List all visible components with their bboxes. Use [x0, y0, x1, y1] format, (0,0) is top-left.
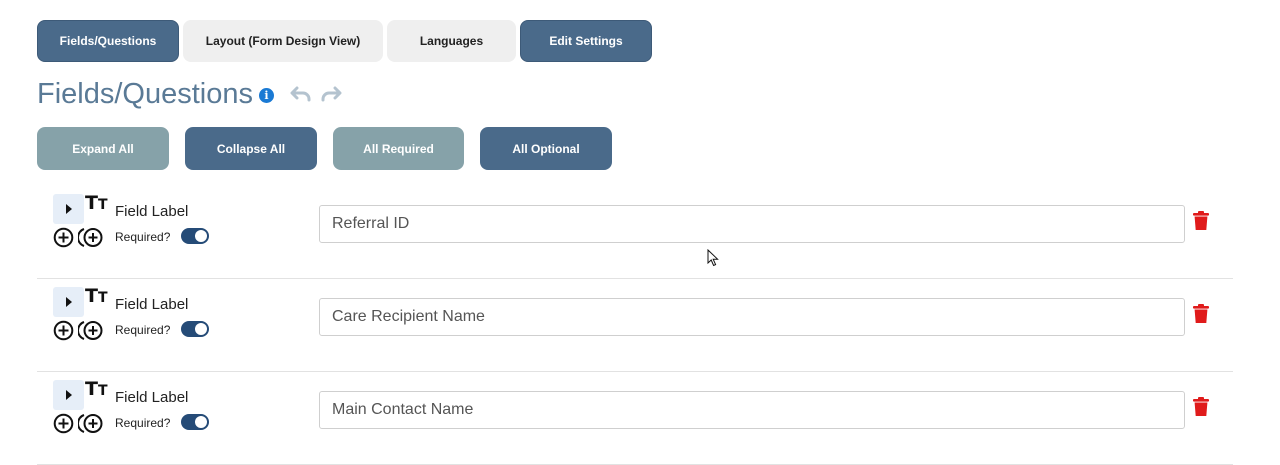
field-row: TT Field Label Required? — [37, 186, 1233, 279]
text-type-icon: TT — [85, 378, 108, 400]
text-type-icon: TT — [85, 192, 108, 214]
expand-toggle-button[interactable] — [53, 380, 84, 410]
tab-fields-questions[interactable]: Fields/Questions — [37, 20, 179, 62]
trash-icon[interactable] — [1193, 304, 1209, 323]
tab-layout[interactable]: Layout (Form Design View) — [183, 20, 383, 62]
tab-languages[interactable]: Languages — [387, 20, 516, 62]
trash-icon[interactable] — [1193, 211, 1209, 230]
caret-right-icon — [65, 390, 72, 400]
field-row: TT Field Label Required? — [37, 372, 1233, 465]
field-label: Field Label — [115, 389, 189, 406]
add-field-icon[interactable] — [53, 320, 74, 341]
undo-icon[interactable] — [290, 86, 312, 102]
caret-right-icon — [65, 204, 72, 214]
add-field-icon[interactable] — [53, 413, 74, 434]
field-label: Field Label — [115, 296, 189, 313]
required-toggle[interactable] — [181, 414, 209, 430]
title-row: Fields/Questions i — [37, 78, 342, 111]
redo-icon[interactable] — [320, 86, 342, 102]
add-group-icon[interactable] — [78, 320, 105, 341]
add-group-icon[interactable] — [78, 413, 105, 434]
field-question-input[interactable] — [319, 298, 1185, 336]
field-row: TT Field Label Required? — [37, 279, 1233, 372]
expand-toggle-button[interactable] — [53, 194, 84, 224]
field-question-input[interactable] — [319, 391, 1185, 429]
all-required-button[interactable]: All Required — [333, 127, 464, 170]
collapse-all-button[interactable]: Collapse All — [185, 127, 317, 170]
trash-icon[interactable] — [1193, 397, 1209, 416]
tab-edit-settings[interactable]: Edit Settings — [520, 20, 652, 62]
all-optional-button[interactable]: All Optional — [480, 127, 612, 170]
required-label: Required? — [115, 416, 171, 430]
add-group-icon[interactable] — [78, 227, 105, 248]
field-question-input[interactable] — [319, 205, 1185, 243]
caret-right-icon — [65, 297, 72, 307]
required-toggle[interactable] — [181, 228, 209, 244]
tab-bar: Fields/Questions Layout (Form Design Vie… — [37, 20, 656, 62]
info-icon[interactable]: i — [259, 88, 274, 103]
text-type-icon: TT — [85, 285, 108, 307]
mouse-pointer-icon — [707, 249, 719, 267]
field-label: Field Label — [115, 203, 189, 220]
page-title: Fields/Questions — [37, 78, 253, 110]
required-toggle[interactable] — [181, 321, 209, 337]
required-label: Required? — [115, 230, 171, 244]
expand-all-button[interactable]: Expand All — [37, 127, 169, 170]
required-label: Required? — [115, 323, 171, 337]
bulk-action-bar: Expand All Collapse All All Required All… — [37, 127, 628, 170]
add-field-icon[interactable] — [53, 227, 74, 248]
expand-toggle-button[interactable] — [53, 287, 84, 317]
